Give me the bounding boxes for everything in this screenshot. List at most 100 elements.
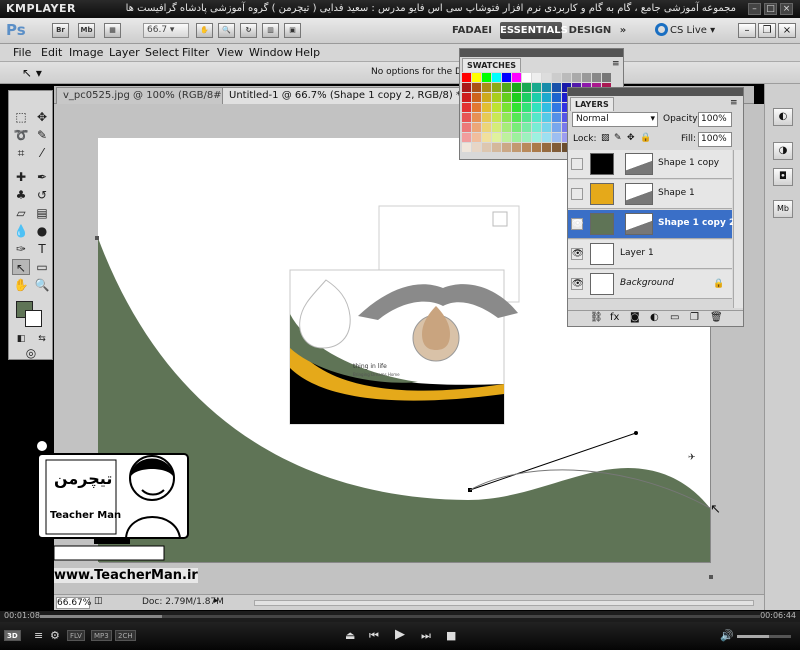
swatch-cell[interactable] [502, 103, 511, 112]
swatch-cell[interactable] [522, 83, 531, 92]
lock-all-icon[interactable]: 🔒 [640, 133, 651, 143]
swatch-cell[interactable] [532, 103, 541, 112]
seek-track[interactable] [40, 615, 760, 618]
menu-window[interactable]: Window [249, 46, 292, 59]
swatch-cell[interactable] [512, 143, 521, 152]
swatch-cell[interactable] [522, 143, 531, 152]
swatch-cell[interactable] [572, 73, 581, 82]
anchor-point[interactable] [709, 575, 713, 579]
swatch-cell[interactable] [462, 73, 471, 82]
swatch-cell[interactable] [462, 93, 471, 102]
status-menu-arrow[interactable]: ▸ [214, 596, 219, 606]
zoom-level-dropdown[interactable]: 66.7 ▾ [143, 23, 189, 38]
anchor-point[interactable] [95, 236, 99, 240]
healing-brush-icon[interactable]: ✚ [12, 169, 30, 185]
swatch-cell[interactable] [472, 83, 481, 92]
swatch-cell[interactable] [462, 113, 471, 122]
layer-row[interactable]: 👁 Background 🔒 [568, 270, 732, 299]
crop-tool-icon[interactable]: ⌗ [12, 145, 30, 161]
menu-filter[interactable]: Filter [182, 46, 209, 59]
layer-row[interactable]: 👁 Layer 1 [568, 240, 732, 269]
swatch-cell[interactable] [482, 93, 491, 102]
quick-selection-tool-icon[interactable]: ✎ [33, 127, 51, 143]
layers-menu-icon[interactable]: ≡ [730, 98, 738, 108]
lock-image-icon[interactable]: ✎ [614, 133, 622, 143]
screen-mode-button[interactable]: ▣ [284, 23, 301, 38]
swatch-cell[interactable] [472, 73, 481, 82]
menu-file[interactable]: File [13, 46, 31, 59]
player-minimize-button[interactable]: – [748, 3, 761, 15]
history-brush-icon[interactable]: ↺ [33, 187, 51, 203]
link-layers-icon[interactable]: ⛓ [590, 312, 603, 323]
rotate-view-button[interactable]: ↻ [240, 23, 257, 38]
swatch-cell[interactable] [492, 143, 501, 152]
more-workspaces-button[interactable]: » [616, 22, 630, 39]
bridge-button[interactable]: Br [52, 23, 69, 38]
swatch-cell[interactable] [542, 113, 551, 122]
swatch-cell[interactable] [522, 73, 531, 82]
swatch-cell[interactable] [542, 73, 551, 82]
type-tool-icon[interactable]: T [33, 241, 51, 257]
swatch-cell[interactable] [542, 93, 551, 102]
swatch-cell[interactable] [582, 73, 591, 82]
eye-icon[interactable] [571, 158, 583, 170]
eye-icon[interactable] [571, 188, 583, 200]
eject-icon[interactable]: ⏏ [345, 629, 355, 642]
layers-tab[interactable]: LAYERS [570, 97, 614, 111]
move-tool-icon[interactable]: ✥ [33, 109, 51, 125]
masks-panel-icon[interactable]: ◘ [773, 168, 793, 186]
swatch-cell[interactable] [512, 123, 521, 132]
swatch-cell[interactable] [512, 73, 521, 82]
swatch-cell[interactable] [552, 103, 561, 112]
volume-slider[interactable] [737, 635, 791, 638]
menu-image[interactable]: Image [69, 46, 103, 59]
layer-row[interactable]: Shape 1 [568, 180, 732, 209]
swatch-cell[interactable] [492, 83, 501, 92]
swatch-cell[interactable] [542, 133, 551, 142]
app-minimize-button[interactable]: – [738, 23, 756, 38]
playlist-icon[interactable]: ≡ [34, 629, 43, 642]
swatch-cell[interactable] [532, 73, 541, 82]
settings-icon[interactable]: ⚙ [50, 629, 60, 642]
arrange-documents-button[interactable]: ▥ [262, 23, 279, 38]
dodge-tool-icon[interactable]: ● [33, 223, 51, 239]
quick-mask-icon[interactable]: ◎ [22, 345, 40, 361]
previous-icon[interactable]: ⏮ [369, 629, 379, 643]
swatch-cell[interactable] [482, 73, 491, 82]
horizontal-scrollbar[interactable] [254, 600, 754, 606]
swatch-cell[interactable] [552, 133, 561, 142]
swatch-cell[interactable] [522, 103, 531, 112]
swatch-cell[interactable] [472, 123, 481, 132]
swatch-cell[interactable] [552, 113, 561, 122]
swatch-cell[interactable] [472, 143, 481, 152]
eye-icon[interactable]: 👁 [571, 278, 583, 290]
zoom-tool-icon[interactable]: 🔍 [33, 277, 51, 293]
swatch-cell[interactable] [502, 83, 511, 92]
pen-tool-icon[interactable]: ✑ [12, 241, 30, 257]
swatch-cell[interactable] [482, 133, 491, 142]
tab-document-2[interactable]: Untitled-1 @ 66.7% (Shape 1 copy 2, RGB/… [222, 87, 468, 104]
swatch-cell[interactable] [492, 133, 501, 142]
swatch-cell[interactable] [462, 83, 471, 92]
swatch-cell[interactable] [482, 143, 491, 152]
swatch-cell[interactable] [592, 73, 601, 82]
brush-tool-icon[interactable]: ✒ [33, 169, 51, 185]
swatch-cell[interactable] [502, 133, 511, 142]
workspace-fadaei[interactable]: FADAEI [450, 22, 494, 39]
menu-view[interactable]: View [217, 46, 243, 59]
swatch-cell[interactable] [552, 123, 561, 132]
eye-icon[interactable]: 👁 [571, 248, 583, 260]
layers-panel-header[interactable] [568, 88, 743, 96]
swatch-cell[interactable] [512, 83, 521, 92]
swatch-cell[interactable] [472, 133, 481, 142]
swatches-panel-header[interactable] [460, 49, 623, 57]
stop-icon[interactable]: ■ [446, 629, 456, 642]
next-icon[interactable]: ⏭ [421, 629, 431, 643]
swatch-cell[interactable] [552, 83, 561, 92]
lock-transparent-icon[interactable]: ▨ [601, 133, 610, 143]
swatch-cell[interactable] [542, 123, 551, 132]
workspace-essentials[interactable]: ESSENTIALS [500, 22, 568, 39]
extras-dropdown[interactable]: ▦ [104, 23, 121, 38]
swatch-cell[interactable] [482, 113, 491, 122]
swatch-cell[interactable] [512, 133, 521, 142]
